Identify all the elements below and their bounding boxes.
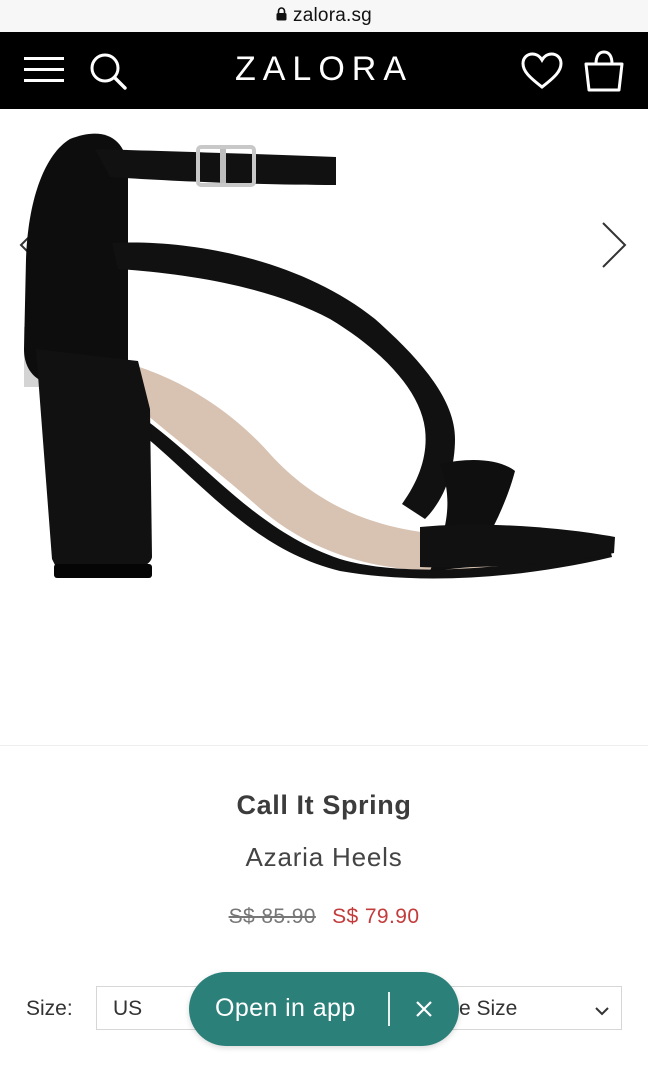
open-in-app-button[interactable]: Open in app (215, 994, 356, 1023)
price-row: S$ 85.90 S$ 79.90 (0, 905, 648, 929)
sale-price: S$ 79.90 (332, 905, 420, 928)
shopping-bag-icon[interactable] (582, 50, 626, 97)
browser-address-bar[interactable]: zalora.sg (0, 0, 648, 33)
divider (388, 992, 390, 1026)
heart-icon[interactable] (521, 52, 563, 95)
product-brand[interactable]: Call It Spring (0, 790, 648, 821)
product-gallery[interactable] (0, 109, 648, 746)
lock-icon (276, 6, 287, 26)
original-price: S$ 85.90 (228, 905, 316, 928)
product-name: Azaria Heels (245, 842, 403, 872)
size-select-value: e Size (459, 997, 518, 1020)
close-icon[interactable] (415, 1000, 433, 1023)
product-image (24, 133, 615, 579)
site-header: ZALORA (0, 32, 648, 109)
size-system-value: US (113, 997, 143, 1020)
size-label: Size: (26, 997, 73, 1020)
browser-url: zalora.sg (293, 5, 372, 26)
chevron-down-icon (595, 1003, 609, 1021)
open-in-app-banner: Open in app (189, 972, 459, 1046)
